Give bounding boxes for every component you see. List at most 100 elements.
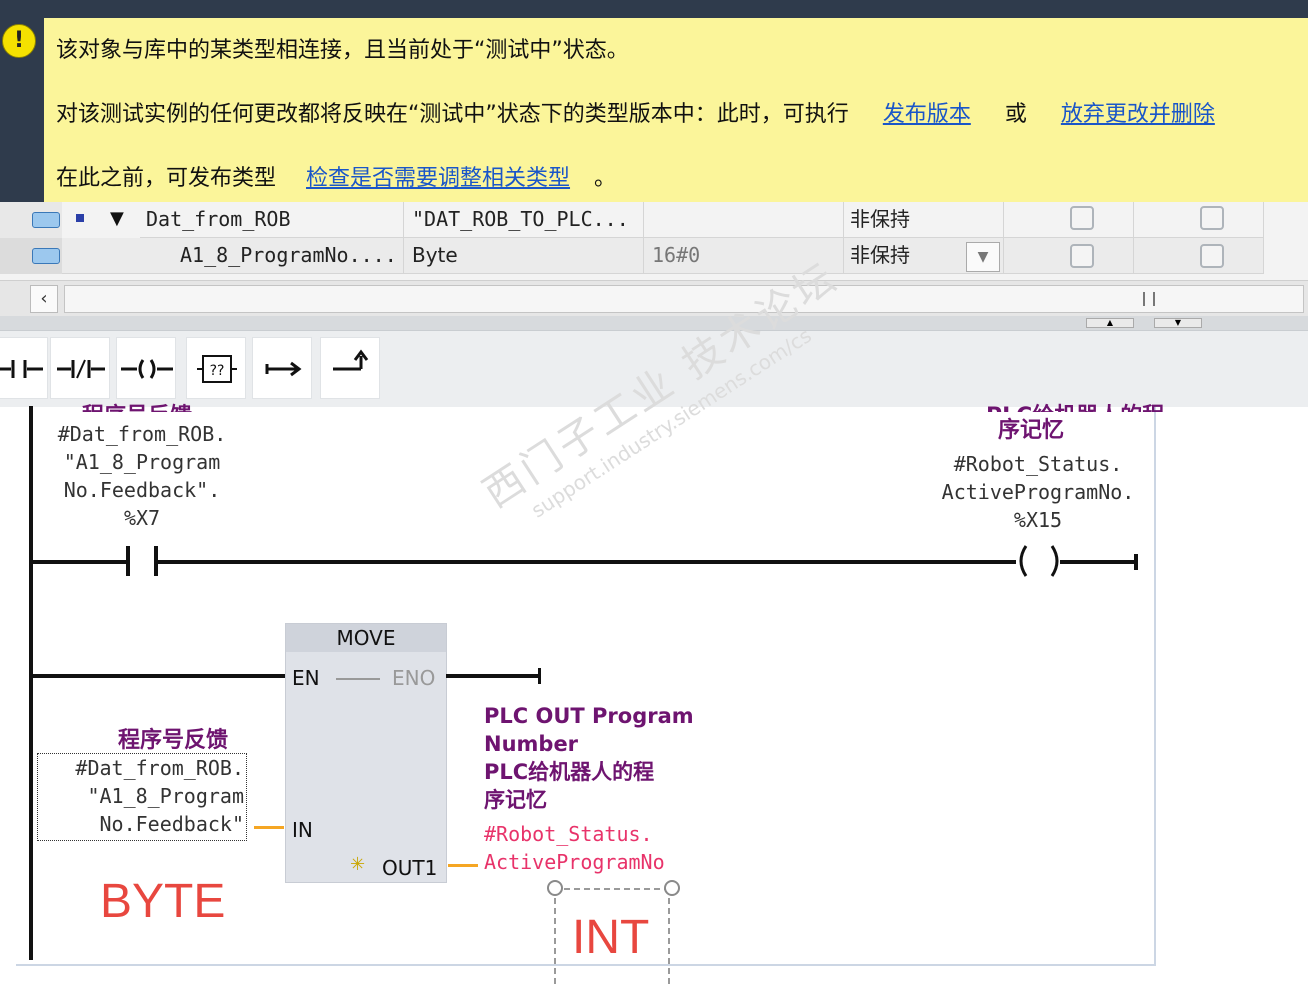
discard-changes-link[interactable]: 放弃更改并删除 — [1061, 102, 1215, 127]
out-comment-line: Number — [484, 732, 579, 756]
close-branch-button[interactable] — [320, 337, 380, 399]
cell-check-2 — [1134, 202, 1264, 238]
in-comment: 程序号反馈 — [118, 728, 229, 753]
coil-address: %X15 — [1013, 508, 1063, 532]
rung-wire — [1060, 560, 1138, 564]
contact-operand-line: No.Feedback". — [63, 478, 221, 502]
rung-wire-en — [32, 674, 286, 678]
coil-operand[interactable]: #Robot_Status. ActiveProgramNo. %X15 — [930, 450, 1146, 534]
cell-retain[interactable]: 非保持 — [844, 202, 1004, 238]
contact-operand-line: "A1_8_Program — [63, 450, 221, 474]
rung-wire — [32, 560, 128, 564]
in-operand-line: "A1_8_Program — [87, 784, 244, 808]
annotation-byte: BYTE — [100, 875, 226, 928]
no-contact-icon — [0, 360, 43, 378]
cell-check-2 — [1134, 238, 1264, 274]
rung-end — [1134, 554, 1138, 570]
contact-operand[interactable]: #Dat_from_ROB. "A1_8_Program No.Feedback… — [52, 420, 232, 532]
cell-check-1 — [1004, 202, 1134, 238]
no-contact-button[interactable] — [0, 337, 48, 399]
struct-member-icon — [76, 214, 84, 222]
out-operand[interactable]: #Robot_Status. ActiveProgramNo — [484, 820, 665, 876]
warning-icon: ! — [2, 24, 36, 58]
contact-address: %X7 — [123, 506, 161, 530]
publish-version-link[interactable]: 发布版本 — [883, 102, 971, 127]
out-comment: PLC OUT Program Number PLC给机器人的程 序记忆 — [484, 702, 694, 814]
eno-end — [538, 668, 541, 684]
cell-check-1 — [1004, 238, 1134, 274]
horizontal-scrollbar[interactable]: ‹ — [0, 280, 1308, 318]
open-branch-icon — [265, 361, 302, 377]
in-wire — [254, 826, 284, 829]
cell-name[interactable]: Dat_from_ROB — [140, 202, 404, 238]
coil-operand-line: #Robot_Status. — [953, 452, 1123, 476]
move-title: MOVE — [286, 624, 446, 652]
check-related-types-link[interactable]: 检查是否需要调整相关类型 — [306, 166, 570, 191]
coil-icon — [1019, 545, 1059, 577]
in-operand-box[interactable]: #Dat_from_ROB. "A1_8_Program No.Feedback… — [37, 753, 247, 841]
close-branch-icon — [333, 349, 369, 371]
cell-datatype[interactable]: Byte — [404, 238, 644, 274]
open-branch-button[interactable] — [252, 337, 312, 399]
add-output-icon[interactable]: ✳ — [350, 854, 365, 875]
eno-pin: ENO — [392, 666, 436, 690]
collapse-arrow-icon[interactable]: ▼ — [110, 208, 124, 229]
or-text: 或 — [1004, 102, 1027, 127]
warning-line-3-text: 在此之前，可发布类型 — [56, 166, 277, 191]
warning-line-3: 在此之前，可发布类型 检查是否需要调整相关类型 。 — [56, 160, 616, 192]
contact-operand-line: #Dat_from_ROB. — [57, 422, 227, 446]
svg-text:??: ?? — [210, 363, 225, 379]
coil-comment-cut: PLC给机器人的程 — [986, 398, 1164, 412]
warning-line-2-text: 对该测试实例的任何更改都将反映在“测试中”状态下的类型版本中：此时，可执行 — [56, 102, 849, 127]
in-operand-line: No.Feedback" — [99, 812, 245, 836]
out-operand-line: ActiveProgramNo — [484, 850, 665, 874]
out-operand-line: #Robot_Status. — [484, 822, 653, 846]
annotation-handle[interactable] — [664, 880, 680, 896]
library-type-warning: 该对象与库中的某类型相连接，且当前处于“测试中”状态。 对该测试实例的任何更改都… — [44, 18, 1308, 202]
out-comment-line: PLC给机器人的程 — [484, 760, 655, 784]
writable-checkbox[interactable] — [1200, 244, 1224, 268]
coil-icon — [121, 359, 173, 379]
rung-wire — [156, 560, 1016, 564]
out1-pin: OUT1 — [382, 856, 438, 880]
left-power-rail — [29, 406, 33, 960]
coil-operand-line: ActiveProgramNo. — [941, 480, 1135, 504]
in-pin: IN — [292, 818, 313, 842]
empty-box-button[interactable]: ?? — [186, 337, 246, 399]
writable-checkbox[interactable] — [1200, 206, 1224, 230]
retain-dropdown-chevron-icon[interactable]: ▼ — [966, 242, 1000, 272]
splitter[interactable]: ▲ ▼ — [0, 316, 1308, 330]
out1-wire — [448, 864, 478, 867]
db-member-icon — [32, 248, 60, 264]
move-instruction-box[interactable]: MOVE EN ENO IN ✳ OUT1 — [285, 623, 447, 883]
splitter-down-icon[interactable]: ▼ — [1154, 318, 1202, 328]
en-eno-link — [336, 678, 380, 680]
scroll-left-icon[interactable]: ‹ — [30, 285, 58, 313]
contact-comment-cut: 程序号反馈 — [82, 398, 192, 412]
cell-datatype[interactable]: "DAT_ROB_TO_PLC... — [404, 202, 644, 238]
coil-button[interactable] — [116, 337, 176, 399]
nc-contact-icon — [57, 359, 105, 379]
scroll-grip-icon — [1143, 292, 1155, 306]
db-member-icon — [32, 212, 60, 228]
nc-contact-button[interactable] — [50, 337, 110, 399]
scroll-thumb[interactable] — [64, 285, 1304, 313]
empty-box-icon: ?? — [197, 355, 237, 383]
warning-line-1: 该对象与库中的某类型相连接，且当前处于“测试中”状态。 — [56, 38, 629, 63]
out-comment-line: PLC OUT Program — [484, 704, 694, 728]
out-comment-line: 序记忆 — [484, 788, 547, 812]
no-contact-left-bar[interactable] — [126, 546, 130, 576]
cell-name[interactable]: A1_8_ProgramNo.... — [62, 238, 404, 274]
cell-default[interactable] — [644, 202, 844, 238]
accessible-checkbox[interactable] — [1070, 244, 1094, 268]
coil-comment: 序记忆 — [998, 418, 1065, 443]
splitter-up-icon[interactable]: ▲ — [1086, 318, 1134, 328]
warning-line-3-suffix: 。 — [594, 166, 617, 191]
output-coil[interactable] — [1014, 544, 1064, 578]
annotation-handle[interactable] — [547, 880, 563, 896]
rung-wire-eno — [446, 674, 540, 678]
annotation-int: INT — [572, 911, 650, 964]
accessible-checkbox[interactable] — [1070, 206, 1094, 230]
warning-line-2: 对该测试实例的任何更改都将反映在“测试中”状态下的类型版本中：此时，可执行 发布… — [56, 96, 1215, 128]
in-operand-line: #Dat_from_ROB. — [75, 756, 244, 780]
